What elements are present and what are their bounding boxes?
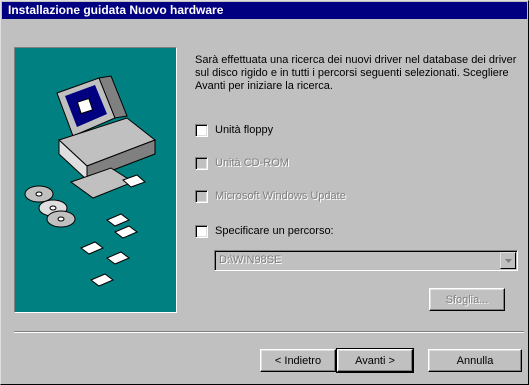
path-combobox: D:\WIN98SE <box>214 250 518 271</box>
option-custom-path[interactable]: Specificare un percorso: <box>195 224 334 238</box>
floppy-label[interactable]: Unità floppy <box>215 124 273 136</box>
back-label: < Indietro <box>274 354 322 367</box>
back-button[interactable]: < Indietro <box>260 349 336 372</box>
computer-with-discs-icon <box>24 75 157 287</box>
wizard-description: Sarà effettuata una ricerca dei nuovi dr… <box>195 54 517 92</box>
chevron-down-icon <box>500 252 516 269</box>
windows-update-label: Microsoft Windows Update <box>215 190 346 202</box>
floppy-checkbox[interactable] <box>195 123 208 137</box>
cancel-button[interactable]: Annulla <box>428 349 522 372</box>
custom-path-label[interactable]: Specificare un percorso: <box>215 225 334 237</box>
windows-update-checkbox <box>195 189 208 203</box>
option-floppy[interactable]: Unità floppy <box>195 123 273 137</box>
wizard-window: Installazione guidata Nuovo hardware Sar… <box>0 0 529 385</box>
next-button[interactable]: Avanti > <box>336 348 414 373</box>
window-title: Installazione guidata Nuovo hardware <box>8 3 224 17</box>
path-value: D:\WIN98SE <box>219 254 282 266</box>
cdrom-checkbox <box>195 156 208 170</box>
next-label: Avanti > <box>355 354 395 367</box>
cdrom-label: Unità CD-ROM <box>215 157 289 169</box>
option-cdrom: Unità CD-ROM <box>195 156 289 170</box>
title-bar[interactable]: Installazione guidata Nuovo hardware <box>2 2 527 19</box>
wizard-illustration <box>14 47 177 313</box>
custom-path-checkbox[interactable] <box>195 224 208 238</box>
separator <box>14 331 524 333</box>
option-windows-update: Microsoft Windows Update <box>195 189 346 203</box>
browse-button: Sfoglia... <box>429 288 505 311</box>
browse-label: Sfoglia... <box>445 293 489 306</box>
cancel-label: Annulla <box>456 354 494 367</box>
